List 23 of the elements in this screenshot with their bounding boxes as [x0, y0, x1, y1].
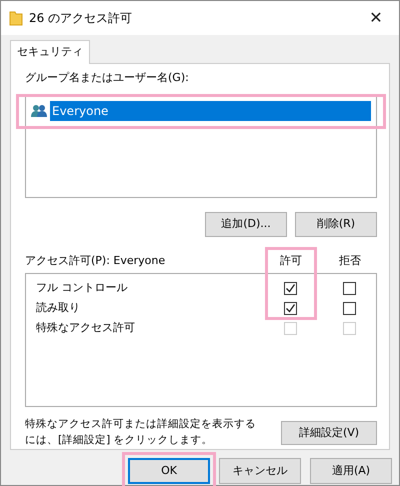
permission-name: 読み取り [36, 300, 81, 316]
users-icon [31, 104, 47, 118]
tab[interactable]: セキュリティ [10, 40, 90, 64]
column-header: 許可 [279, 252, 303, 269]
dialog-button[interactable]: 削除(R) [295, 212, 377, 237]
checkbox[interactable] [342, 302, 356, 315]
dialog-button[interactable]: 追加(D)... [205, 212, 287, 237]
dialog-button[interactable]: 適用(A) [310, 458, 392, 484]
close-button[interactable]: ✕ [361, 5, 391, 31]
help-text: 特殊なアクセス許可または詳細設定を表示するには、[詳細設定] をクリックします。 [25, 417, 257, 448]
permission-name: フル コントロール [36, 280, 128, 296]
field-label: グループ名またはユーザー名(G): [25, 70, 189, 86]
checkbox[interactable] [342, 282, 356, 295]
window-title: 26 のアクセス許可 [29, 10, 134, 27]
dialog-button[interactable]: OK [128, 458, 210, 484]
column-header: 拒否 [338, 252, 362, 269]
advanced-button[interactable]: 詳細設定(V) [281, 420, 377, 445]
checkbox[interactable] [284, 302, 296, 315]
folder-icon [9, 10, 23, 26]
permission-name: 特殊なアクセス許可 [36, 320, 136, 336]
dialog-button[interactable]: キャンセル [219, 458, 301, 484]
field-label: アクセス許可(P): Everyone [25, 252, 166, 269]
checkbox[interactable] [284, 282, 296, 295]
